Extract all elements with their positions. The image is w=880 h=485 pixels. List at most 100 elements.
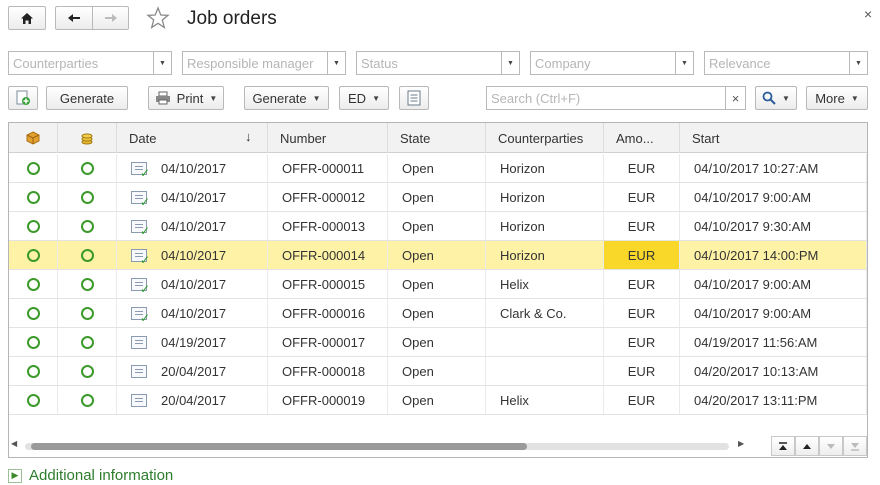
start-cell: 04/19/2017 11:56:AM: [680, 328, 867, 356]
table-row[interactable]: ✓ 04/10/2017 OFFR-000016 Open Clark & Co. EUR…: [9, 299, 867, 328]
horizontal-scrollbar[interactable]: ◀ ▶: [9, 439, 749, 452]
paid-status-cell: [58, 183, 117, 211]
date-cell: ✓ 04/10/2017: [117, 212, 268, 240]
start-cell: 04/10/2017 9:00:AM: [680, 183, 867, 211]
status-circle-icon: [80, 306, 94, 320]
counterparties-filter-placeholder: Counterparties: [13, 55, 99, 71]
table-row[interactable]: ✓ 04/10/2017 OFFR-000015 Open Helix EUR 04/10/…: [9, 270, 867, 299]
favorite-star-button[interactable]: [146, 6, 172, 30]
status-circle-icon: [26, 248, 40, 262]
ed-button[interactable]: ED ▼: [339, 86, 389, 110]
status-circle-icon: [80, 277, 94, 291]
date-text: 04/10/2017: [161, 218, 227, 234]
table-row[interactable]: ✓ 04/10/2017 OFFR-000014 Open Horizon EUR 04/1…: [9, 241, 867, 270]
header-state[interactable]: State: [388, 123, 486, 153]
job-orders-table[interactable]: Date ↓ Number State Counterparties Amo..…: [8, 122, 868, 458]
status-circle-icon: [80, 335, 94, 349]
header-paid-icon-column[interactable]: [58, 123, 117, 153]
header-number[interactable]: Number: [268, 123, 388, 153]
generate-dropdown-button[interactable]: Generate ▼: [244, 86, 329, 110]
table-row[interactable]: 20/04/2017 OFFR-000019 Open Helix EUR 04/20/2…: [9, 386, 867, 415]
table-row[interactable]: 04/19/2017 OFFR-000017 Open EUR 04/19/2017 1…: [9, 328, 867, 357]
status-circle-icon: [80, 161, 94, 175]
scroll-right-icon[interactable]: ▶: [738, 439, 744, 448]
table-row[interactable]: ✓ 04/10/2017 OFFR-000013 Open Horizon EUR 04/1…: [9, 212, 867, 241]
manager-filter-placeholder: Responsible manager: [187, 55, 314, 71]
back-button[interactable]: [55, 6, 92, 30]
more-label: More: [815, 90, 845, 106]
start-cell: 04/10/2017 14:00:PM: [680, 241, 867, 269]
add-document-icon: [16, 90, 30, 105]
state-cell: Open: [388, 183, 486, 211]
scroll-down-button[interactable]: [819, 436, 843, 456]
generate-dropdown-label: Generate: [252, 90, 307, 106]
print-button[interactable]: Print ▼: [148, 86, 224, 110]
checkmark-icon: ✓: [139, 165, 150, 180]
header-date[interactable]: Date ↓: [117, 123, 268, 153]
chevron-down-icon: ▼: [209, 93, 218, 103]
header-amount[interactable]: Amo...: [604, 123, 680, 153]
posted-status-cell: [9, 328, 58, 356]
status-circle-icon: [26, 219, 40, 233]
arrow-left-icon: [68, 14, 80, 22]
date-text: 04/10/2017: [161, 189, 227, 205]
scrollbar-thumb[interactable]: [31, 443, 527, 450]
date-cell: 20/04/2017: [117, 357, 268, 385]
generate-button[interactable]: Generate: [46, 86, 128, 110]
report-button[interactable]: [399, 86, 429, 110]
document-icon: [131, 335, 147, 349]
table-row[interactable]: 20/04/2017 OFFR-000018 Open EUR 04/20/2017 1…: [9, 357, 867, 386]
number-cell: OFFR-000012: [268, 183, 388, 211]
start-cell: 04/20/2017 10:13:AM: [680, 357, 867, 385]
home-button[interactable]: [8, 6, 46, 30]
more-button[interactable]: More ▼: [806, 86, 868, 110]
manager-filter[interactable]: Responsible manager ▼: [182, 51, 346, 75]
create-button[interactable]: [8, 86, 38, 110]
search-input[interactable]: Search (Ctrl+F) ×: [486, 86, 746, 110]
additional-information-toggle[interactable]: ▶ Additional information: [8, 467, 173, 484]
posted-status-cell: [9, 386, 58, 414]
chevron-right-icon[interactable]: ▶: [8, 468, 22, 483]
clear-search-icon[interactable]: ×: [725, 87, 745, 109]
header-start[interactable]: Start: [680, 123, 867, 153]
posted-document-icon: ✓: [131, 161, 150, 180]
chevron-down-icon[interactable]: ▼: [675, 52, 693, 74]
chevron-down-icon[interactable]: ▼: [849, 52, 867, 74]
coins-icon: [81, 133, 93, 145]
scroll-to-top-button[interactable]: [771, 436, 795, 456]
page-title: Job orders: [187, 8, 277, 29]
document-list-icon: [407, 90, 421, 106]
table-row[interactable]: ✓ 04/10/2017 OFFR-000011 Open Horizon EUR 04/1…: [9, 154, 867, 183]
paid-status-cell: [58, 241, 117, 269]
date-text: 20/04/2017: [161, 363, 227, 379]
date-cell: ✓ 04/10/2017: [117, 183, 268, 211]
search-button[interactable]: ▼: [755, 86, 797, 110]
paid-status-cell: [58, 386, 117, 414]
number-cell: OFFR-000014: [268, 241, 388, 269]
close-icon[interactable]: ×: [864, 6, 872, 22]
arrow-right-icon: [104, 14, 117, 22]
counterparty-cell: Horizon: [486, 154, 604, 182]
number-cell: OFFR-000016: [268, 299, 388, 327]
start-cell: 04/10/2017 9:30:AM: [680, 212, 867, 240]
scroll-to-bottom-button[interactable]: [843, 436, 867, 456]
table-row[interactable]: ✓ 04/10/2017 OFFR-000012 Open Horizon EUR 04/1…: [9, 183, 867, 212]
chevron-down-icon[interactable]: ▼: [153, 52, 171, 74]
status-filter[interactable]: Status ▼: [356, 51, 520, 75]
header-counterparties[interactable]: Counterparties: [486, 123, 604, 153]
header-posted-icon-column[interactable]: [9, 123, 58, 153]
counterparty-cell: Horizon: [486, 212, 604, 240]
counterparties-filter[interactable]: Counterparties ▼: [8, 51, 172, 75]
chevron-down-icon[interactable]: ▼: [327, 52, 345, 74]
header-date-label: Date: [129, 130, 157, 146]
state-cell: Open: [388, 328, 486, 356]
chevron-down-icon: ▼: [312, 93, 321, 103]
scroll-up-button[interactable]: [795, 436, 819, 456]
forward-button[interactable]: [92, 6, 129, 30]
company-filter[interactable]: Company ▼: [530, 51, 694, 75]
scroll-left-icon[interactable]: ◀: [11, 439, 17, 448]
last-page-icon: [851, 442, 859, 451]
relevance-filter[interactable]: Relevance ▼: [704, 51, 868, 75]
posted-document-icon: ✓: [131, 190, 150, 208]
chevron-down-icon[interactable]: ▼: [501, 52, 519, 74]
